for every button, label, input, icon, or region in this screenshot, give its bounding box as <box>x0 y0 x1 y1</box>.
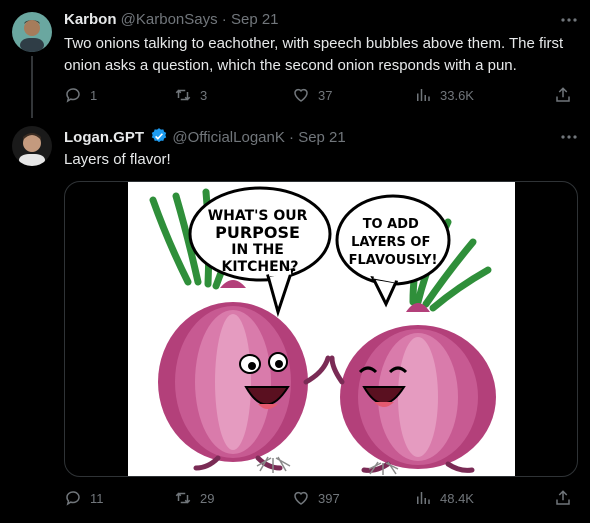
views-icon <box>417 89 430 101</box>
tweet-media[interactable]: WHAT'S OUR PURPOSE IN THE KITCHEN? TO AD… <box>64 181 578 477</box>
bubble-left-line-3: IN THE <box>231 242 284 258</box>
tweet-header: Karbon @KarbonSays · Sep 21 <box>64 10 279 30</box>
retweet-icon <box>175 89 191 101</box>
more-icon[interactable] <box>560 128 578 146</box>
reply-count: 11 <box>90 490 104 506</box>
author-handle[interactable]: @OfficialLoganK <box>172 129 285 146</box>
share-button[interactable] <box>554 85 572 105</box>
onions-illustration: WHAT'S OUR PURPOSE IN THE KITCHEN? TO AD… <box>128 182 515 476</box>
tweet-date[interactable]: Sep 21 <box>231 11 279 28</box>
verified-icon <box>151 128 167 143</box>
like-icon <box>294 88 308 102</box>
bubble-left-line-1: WHAT'S OUR <box>208 208 308 224</box>
share-icon <box>556 490 570 505</box>
reply-count: 1 <box>90 87 98 103</box>
bubble-right-line-2: LAYERS OF <box>351 235 430 250</box>
tweet-date[interactable]: Sep 21 <box>298 129 346 146</box>
tweet-text: Layers of flavor! <box>64 151 171 168</box>
bubble-right-line-1: TO ADD <box>363 217 419 232</box>
more-icon[interactable] <box>560 11 578 29</box>
views-button[interactable]: 48.4K <box>414 488 474 508</box>
bubble-right-line-3: FLAVOUSLY! <box>349 253 438 268</box>
views-icon <box>417 492 430 504</box>
retweet-count: 3 <box>200 87 208 103</box>
views-count: 48.4K <box>440 490 474 506</box>
reply-icon <box>66 491 80 506</box>
onions-image[interactable]: WHAT'S OUR PURPOSE IN THE KITCHEN? TO AD… <box>128 182 515 476</box>
like-count: 37 <box>318 87 333 103</box>
like-icon <box>294 491 308 505</box>
share-button[interactable] <box>554 488 572 508</box>
reply-button[interactable]: 11 <box>64 488 104 508</box>
avatar[interactable] <box>12 126 52 166</box>
retweet-button[interactable]: 29 <box>174 488 214 508</box>
like-count: 397 <box>318 490 340 506</box>
reply-icon <box>66 88 80 103</box>
retweet-button[interactable]: 3 <box>174 85 207 105</box>
like-button[interactable]: 397 <box>292 488 340 508</box>
tweet-header: Logan.GPT @OfficialLoganK · Sep 21 <box>64 127 346 148</box>
bubble-left-line-2: PURPOSE <box>215 223 300 242</box>
tweet-karbon[interactable]: Karbon @KarbonSays · Sep 21 Two onions t… <box>0 0 590 118</box>
views-button[interactable]: 33.6K <box>414 85 474 105</box>
svg-text:WHAT'S OUR PURPOSE: WHAT'S OUR PURPOSE IN THE KITCHEN? <box>208 208 313 275</box>
tweet-actions: 1 3 37 33.6K <box>64 85 574 105</box>
tweet-actions: 11 29 397 48.4K <box>64 488 574 508</box>
avatar[interactable] <box>12 12 52 52</box>
views-count: 33.6K <box>440 87 474 103</box>
author-name[interactable]: Logan.GPT <box>64 129 144 146</box>
tweet-text: Two onions talking to eachother, with sp… <box>64 35 564 74</box>
reply-button[interactable]: 1 <box>64 85 97 105</box>
separator-dot: · <box>289 129 295 146</box>
share-icon <box>556 87 570 102</box>
author-handle[interactable]: @KarbonSays <box>121 11 218 28</box>
separator-dot: · <box>221 11 227 28</box>
retweet-icon <box>175 492 191 504</box>
author-name[interactable]: Karbon <box>64 11 117 28</box>
bubble-left-line-4: KITCHEN? <box>222 259 299 275</box>
retweet-count: 29 <box>200 490 215 506</box>
like-button[interactable]: 37 <box>292 85 332 105</box>
